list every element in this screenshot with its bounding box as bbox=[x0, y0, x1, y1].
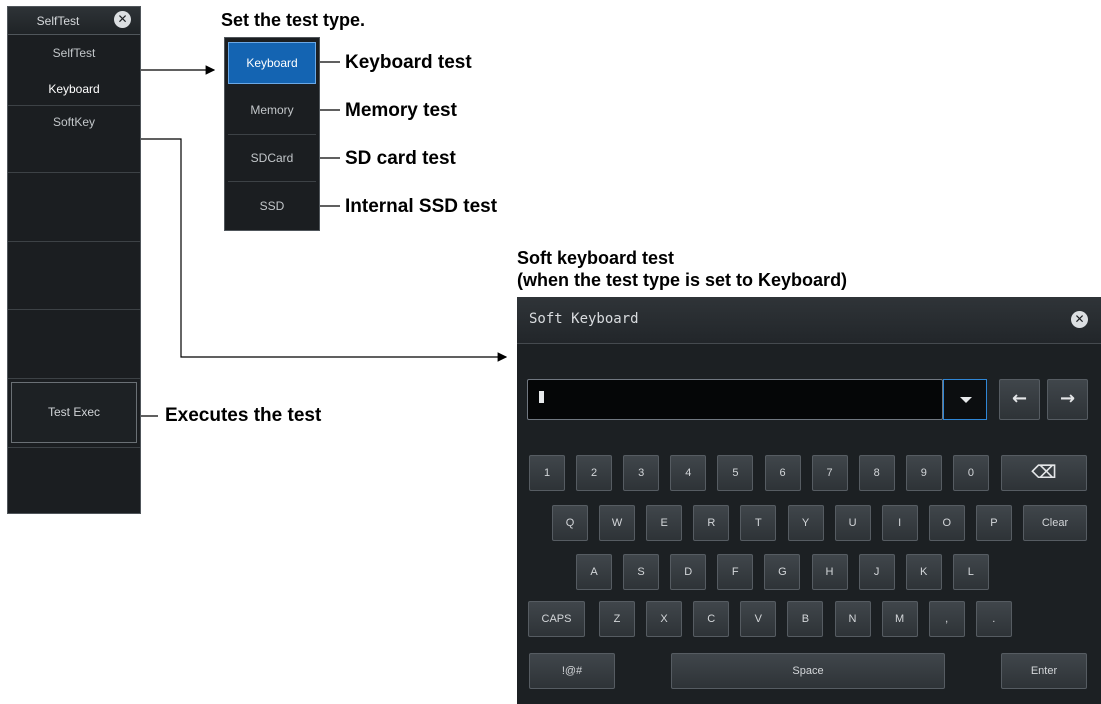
key-s[interactable]: S bbox=[623, 554, 660, 590]
test-type-heading: Set the test type. bbox=[221, 10, 366, 30]
key-comma[interactable]: , bbox=[928, 601, 965, 637]
key-1[interactable]: 1 bbox=[529, 455, 565, 491]
keyboard-title: Soft Keyboard bbox=[529, 311, 639, 327]
key-7[interactable]: 7 bbox=[811, 455, 848, 491]
enter-key[interactable]: Enter bbox=[1001, 653, 1087, 689]
clear-key[interactable]: Clear bbox=[1023, 505, 1087, 541]
key-n[interactable]: N bbox=[834, 601, 871, 637]
key-a[interactable]: A bbox=[576, 554, 612, 590]
key-l[interactable]: L bbox=[952, 554, 989, 590]
key-h[interactable]: H bbox=[811, 554, 848, 590]
test-type-ssd[interactable]: SSD bbox=[228, 185, 316, 227]
history-dropdown-button[interactable] bbox=[943, 379, 987, 420]
menu-divider bbox=[8, 172, 140, 173]
menu-title-bar: SelfTest ✕ bbox=[8, 7, 140, 35]
menu-divider bbox=[8, 241, 140, 242]
test-type-list: Keyboard Memory SDCard SSD bbox=[224, 37, 320, 231]
key-x[interactable]: X bbox=[646, 601, 683, 637]
selftest-type-value: Keyboard bbox=[48, 82, 100, 96]
type-divider bbox=[228, 134, 316, 135]
key-q[interactable]: Q bbox=[552, 505, 588, 541]
softkey-button[interactable]: SoftKey bbox=[8, 106, 140, 172]
memory-test-desc: Memory test bbox=[345, 100, 457, 121]
menu-divider bbox=[8, 447, 140, 448]
menu-divider bbox=[8, 378, 140, 379]
symbols-key[interactable]: !@# bbox=[529, 653, 615, 689]
key-p[interactable]: P bbox=[975, 505, 1012, 541]
space-key[interactable]: Space bbox=[671, 653, 945, 689]
softkb-title-line1: Soft keyboard test bbox=[517, 248, 675, 268]
key-b[interactable]: B bbox=[787, 601, 824, 637]
key-e[interactable]: E bbox=[646, 505, 683, 541]
ssd-test-desc: Internal SSD test bbox=[345, 196, 498, 217]
menu-close-icon[interactable]: ✕ bbox=[114, 11, 131, 28]
key-y[interactable]: Y bbox=[787, 505, 824, 541]
menu-divider bbox=[8, 309, 140, 310]
key-0[interactable]: 0 bbox=[952, 455, 989, 491]
exec-desc: Executes the test bbox=[165, 405, 322, 426]
key-m[interactable]: M bbox=[881, 601, 918, 637]
test-exec-button[interactable]: Test Exec bbox=[11, 382, 137, 443]
key-c[interactable]: C bbox=[693, 601, 730, 637]
selftest-type-label: SelfTest bbox=[52, 46, 96, 60]
type-divider bbox=[228, 181, 316, 182]
key-period[interactable]: . bbox=[975, 601, 1012, 637]
key-4[interactable]: 4 bbox=[670, 455, 707, 491]
key-8[interactable]: 8 bbox=[858, 455, 895, 491]
key-z[interactable]: Z bbox=[599, 601, 635, 637]
soft-keyboard: Soft Keyboard ✕ ← → 1 2 3 4 5 6 7 8 9 0 ⌫ Q W E R T Y U I O… bbox=[517, 297, 1101, 704]
arrow-left-key[interactable]: ← bbox=[999, 379, 1040, 420]
key-6[interactable]: 6 bbox=[764, 455, 801, 491]
test-type-sdcard[interactable]: SDCard bbox=[228, 137, 316, 179]
keyboard-header: Soft Keyboard ✕ bbox=[517, 297, 1101, 344]
selftest-type-button[interactable]: SelfTest Keyboard bbox=[8, 35, 140, 105]
keyboard-test-desc: Keyboard test bbox=[345, 52, 472, 73]
arrow-right-key[interactable]: → bbox=[1047, 379, 1088, 420]
menu-title: SelfTest bbox=[36, 14, 80, 28]
sdcard-test-desc: SD card test bbox=[345, 148, 456, 169]
key-g[interactable]: G bbox=[764, 554, 801, 590]
caps-key[interactable]: CAPS bbox=[528, 601, 585, 637]
backspace-key[interactable]: ⌫ bbox=[1001, 455, 1087, 491]
test-type-memory[interactable]: Memory bbox=[228, 89, 316, 131]
keyboard-close-icon[interactable]: ✕ bbox=[1071, 311, 1088, 328]
selftest-menu: SelfTest ✕ SelfTest Keyboard SoftKey Tes… bbox=[7, 6, 141, 514]
key-5[interactable]: 5 bbox=[717, 455, 754, 491]
key-t[interactable]: T bbox=[740, 505, 777, 541]
chevron-down-icon bbox=[960, 397, 972, 403]
test-type-keyboard[interactable]: Keyboard bbox=[228, 42, 316, 84]
key-9[interactable]: 9 bbox=[905, 455, 942, 491]
keyboard-input-field[interactable] bbox=[527, 379, 943, 420]
key-o[interactable]: O bbox=[928, 505, 965, 541]
text-cursor bbox=[539, 391, 544, 403]
key-3[interactable]: 3 bbox=[623, 455, 660, 491]
key-f[interactable]: F bbox=[717, 554, 754, 590]
key-v[interactable]: V bbox=[740, 601, 777, 637]
softkey-label: SoftKey bbox=[52, 115, 96, 129]
key-i[interactable]: I bbox=[881, 505, 918, 541]
key-u[interactable]: U bbox=[834, 505, 871, 541]
key-r[interactable]: R bbox=[693, 505, 730, 541]
key-w[interactable]: W bbox=[599, 505, 636, 541]
key-2[interactable]: 2 bbox=[576, 455, 613, 491]
key-k[interactable]: K bbox=[905, 554, 942, 590]
key-d[interactable]: D bbox=[670, 554, 707, 590]
key-j[interactable]: J bbox=[858, 554, 895, 590]
softkb-title-line2: (when the test type is set to Keyboard) bbox=[517, 270, 848, 290]
